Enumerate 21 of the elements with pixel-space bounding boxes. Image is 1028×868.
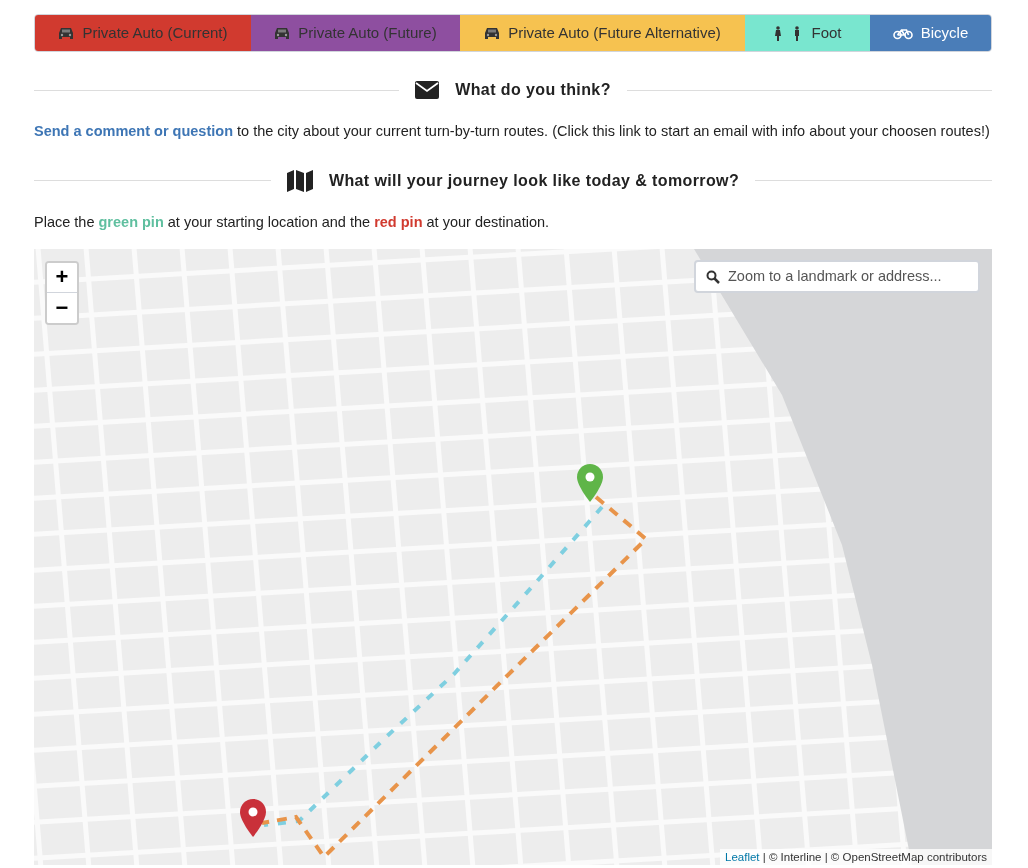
section-heading: What do you think? (455, 80, 611, 100)
bicycle-icon (892, 26, 913, 40)
car-icon (274, 26, 291, 40)
map-icon (286, 169, 313, 192)
map[interactable]: + − Zoom to a landmark or address... Leaflet | © Interline | © OpenStreetMap contributors (34, 248, 992, 865)
comment-link[interactable]: Send a comment or question (34, 123, 233, 139)
search-icon (706, 269, 720, 284)
mode-tab[interactable]: Private Auto (Future Alternative) (460, 15, 745, 51)
car-icon (58, 26, 75, 40)
map-pin-icon[interactable] (577, 463, 603, 502)
feedback-text: Send a comment or question to the city about your current turn-by-turn routes. (Click this link to start an email with info about your choosen routes!) (34, 122, 991, 141)
leaflet-link[interactable]: Leaflet (725, 850, 760, 863)
zoom-in-button[interactable]: + (47, 262, 77, 293)
search-field[interactable]: Zoom to a landmark or address... (694, 259, 980, 293)
section-heading: What will your journey look like today & tomorrow? (328, 170, 740, 191)
map-pin-icon[interactable] (240, 798, 266, 837)
car-icon (484, 26, 501, 40)
envelope-icon (415, 81, 440, 99)
mode-tab[interactable]: Bicycle (870, 15, 991, 51)
instruction-text: Place the green pin at your starting location and the red pin at your destination. (34, 212, 551, 232)
mode-tab[interactable]: Foot (745, 15, 870, 51)
